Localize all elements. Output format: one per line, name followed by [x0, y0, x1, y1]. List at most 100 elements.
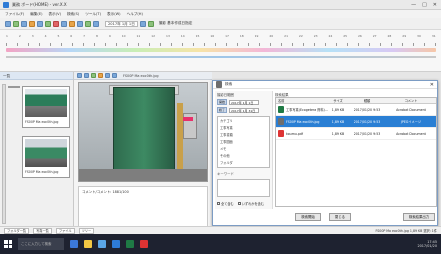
title-bar: 業務 ボード(HOME) - ver.X.X — □ ✕ [0, 0, 441, 10]
category-item[interactable]: カテゴリ [218, 117, 269, 124]
row-name: FS00P Ma eoc0th.jpg [286, 119, 320, 124]
app-taskbar-icon[interactable] [112, 240, 120, 248]
open-icon[interactable] [13, 20, 19, 27]
taskbar-clock[interactable]: 17:45 2017/01/20 [417, 240, 441, 248]
date-to-field[interactable]: 2017年 1月 31日 [229, 107, 260, 113]
timeline-tick-label: 2 [18, 34, 21, 38]
date-range-label: 撮影日範囲 [217, 93, 234, 97]
tab-photo-list[interactable]: 写真一覧 [33, 227, 52, 234]
minimize-button[interactable]: — [411, 2, 416, 8]
store-icon[interactable] [98, 240, 106, 248]
timeline-range-strip[interactable] [6, 56, 436, 58]
dialog-close-icon[interactable]: ✕ [430, 82, 434, 88]
search-icon[interactable] [61, 20, 67, 27]
timeline-color-strip[interactable] [6, 48, 436, 52]
excel-icon[interactable] [126, 240, 134, 248]
app-icon [3, 1, 9, 8]
pdf-app-icon[interactable] [140, 240, 148, 248]
calendar-icon[interactable] [85, 20, 91, 27]
table-row[interactable]: koumu.pdf 1,89 KB 2017/01/20 9:53 Acroba… [276, 128, 436, 140]
thumbnail-item[interactable]: FS00P Ma eoc0th.jpg [22, 86, 70, 128]
sidebar-header: 一覧 [0, 72, 73, 80]
app-window: 業務 ボード(HOME) - ver.X.X — □ ✕ ファイル(F) 編集(… [0, 0, 441, 254]
tab-folder-list[interactable]: フォルダ一覧 [4, 227, 30, 234]
zoom-in-icon[interactable] [77, 73, 82, 78]
timeline-tick-label: 19 [254, 34, 259, 38]
camera-icon[interactable] [77, 20, 83, 27]
copy-icon[interactable] [37, 20, 43, 27]
photo-floor [79, 169, 207, 181]
taskbar-search-input[interactable]: ここに入力して検索 [18, 238, 64, 250]
menu-tools[interactable]: ツール(T) [85, 12, 101, 17]
table-row[interactable]: FS00P Ma eoc0th.jpg 1,89 KB 2017/01/20 9… [276, 116, 436, 128]
paste-icon[interactable] [45, 20, 51, 27]
clock-date: 2017/01/20 [417, 244, 437, 248]
col-comment[interactable]: コメント [386, 98, 436, 103]
category-list[interactable]: カテゴリ 工事写真 工事書類 工事図面 メモ その他 フォルダ [217, 116, 270, 168]
timeline-tick-label: 22 [298, 34, 303, 38]
match-any-checkbox[interactable]: いずれかを含む [237, 201, 264, 206]
search-start-button[interactable]: 検索開始 [295, 213, 321, 221]
timeline-tick-label: 16 [210, 34, 215, 38]
menu-window[interactable]: 表示(W) [107, 12, 121, 17]
menu-help[interactable]: ヘルプ(H) [127, 12, 143, 17]
date-from-field[interactable]: 2017年 1月 1日 [229, 99, 260, 105]
menu-search[interactable]: 検索(S) [67, 12, 79, 17]
thumbnail-item[interactable]: FS00P Ma eoc0th.jpg [22, 136, 70, 178]
windows-start-icon[interactable] [4, 240, 12, 248]
print-icon[interactable] [29, 20, 35, 27]
category-item[interactable]: 工事写真 [218, 124, 269, 131]
menu-view[interactable]: 表示(V) [49, 12, 61, 17]
row-size: 1,89 KB [331, 131, 345, 136]
dialog-close-button[interactable]: 閉じる [329, 213, 351, 221]
folder-icon[interactable] [69, 20, 75, 27]
timeline-tick-label: 17 [225, 34, 229, 38]
col-size[interactable]: サイズ [328, 98, 348, 103]
timeline-tick-label: 29 [402, 34, 407, 38]
next-icon[interactable] [112, 73, 117, 78]
zoom-out-icon[interactable] [84, 73, 89, 78]
category-item[interactable]: その他 [218, 152, 269, 159]
pdf-icon [278, 130, 284, 137]
refresh-icon[interactable] [93, 20, 99, 27]
match-all-checkbox[interactable]: 全て含む [217, 201, 234, 206]
col-name[interactable]: 名前 [276, 98, 328, 103]
category-item[interactable]: 工事書類 [218, 131, 269, 138]
category-item[interactable]: 工事図面 [218, 138, 269, 145]
to-tag: 終了 [217, 107, 228, 113]
tab-file[interactable]: ファイル [55, 227, 75, 234]
rotate-icon[interactable] [98, 73, 103, 78]
date-picker[interactable]: 2017年 1月 1日 [105, 20, 138, 27]
menu-file[interactable]: ファイル(F) [5, 12, 24, 17]
status-text: FS00P Ma eoc0th.jpg 1,89 KB 選択: 1件 [375, 229, 437, 233]
table-row[interactable]: 工事写真(Ecogetera 資料)... 1,89 KB 2017/01/20… [276, 104, 436, 116]
category-item[interactable]: フォルダ [218, 159, 269, 166]
timeline-panel[interactable]: 1 2 3 4 5 6 7 8 9 10 11 12 13 14 15 16 17 18 19 20 21 22 23 24 2… [0, 30, 441, 72]
search-criteria-panel: 撮影日範囲 開始 2017年 1月 1日 終了 2017年 1月 31日 カテゴ… [215, 91, 273, 209]
dialog-buttons: 検索開始 閉じる 検索結果出力 [213, 211, 439, 225]
edge-icon[interactable] [70, 240, 78, 248]
timeline-tick-label: 9 [108, 34, 111, 38]
calendar-dropdown-icon[interactable] [139, 20, 146, 27]
filter-icon[interactable] [147, 20, 154, 27]
keyword-input[interactable] [217, 179, 270, 197]
row-name-cell: 工事写真(Ecogetera 資料)... [276, 106, 328, 113]
col-type[interactable]: 種類 [348, 98, 386, 103]
close-button[interactable]: ✕ [433, 2, 437, 8]
delete-icon[interactable] [53, 20, 59, 27]
new-icon[interactable] [5, 20, 11, 27]
category-item[interactable]: メモ [218, 145, 269, 152]
tab-tree[interactable]: ツリー [78, 227, 95, 234]
sidebar-scrollbar[interactable] [2, 84, 6, 224]
save-icon[interactable] [21, 20, 27, 27]
timeline-tick-label: 10 [121, 34, 126, 38]
row-date: 2017/01/20 9:53 [353, 107, 381, 112]
prev-icon[interactable] [105, 73, 110, 78]
tree-connector [8, 86, 20, 88]
photo-preview[interactable] [78, 82, 208, 182]
export-results-button[interactable]: 検索結果出力 [403, 213, 435, 221]
menu-edit[interactable]: 編集(E) [30, 12, 42, 17]
fit-icon[interactable] [91, 73, 96, 78]
maximize-button[interactable]: □ [422, 2, 427, 8]
explorer-icon[interactable] [84, 240, 92, 248]
